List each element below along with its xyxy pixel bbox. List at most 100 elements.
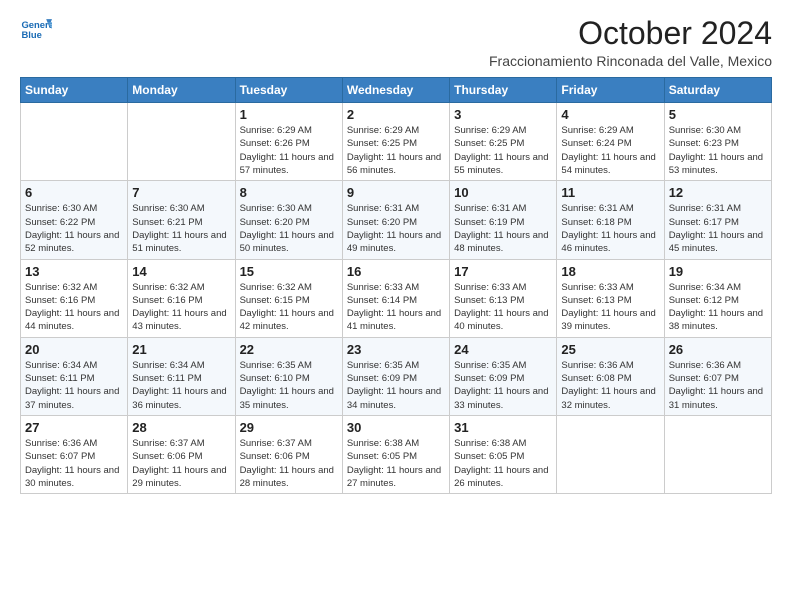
calendar-cell: 20Sunrise: 6:34 AMSunset: 6:11 PMDayligh… xyxy=(21,337,128,415)
calendar-cell: 19 Sunrise: 6:34 AMSunset: 6:12 PMDayligh… xyxy=(664,259,771,337)
day-number: 5 xyxy=(669,107,767,122)
cell-info: Sunrise: 6:37 AMSunset: 6:06 PMDaylight:… xyxy=(240,437,338,490)
calendar-cell: 4 Sunrise: 6:29 AMSunset: 6:24 PMDaylight… xyxy=(557,103,664,181)
cell-info: Sunrise: 6:30 AMSunset: 6:22 PMDaylight:… xyxy=(25,202,123,255)
logo: General Blue xyxy=(20,16,52,44)
week-row-3: 13 Sunrise: 6:32 AMSunset: 6:16 PMDayligh… xyxy=(21,259,772,337)
cell-info: Sunrise: 6:34 AMSunset: 6:11 PMDaylight:… xyxy=(25,359,123,412)
day-number: 2 xyxy=(347,107,445,122)
day-number: 13 xyxy=(25,264,123,279)
cell-info: Sunrise: 6:29 AMSunset: 6:25 PMDaylight:… xyxy=(347,124,445,177)
calendar-header: SundayMondayTuesdayWednesdayThursdayFrid… xyxy=(21,78,772,103)
day-number: 1 xyxy=(240,107,338,122)
cell-info: Sunrise: 6:35 AMSunset: 6:09 PMDaylight:… xyxy=(347,359,445,412)
day-number: 11 xyxy=(561,185,659,200)
generalblue-logo-icon: General Blue xyxy=(20,16,52,44)
header-day-sunday: Sunday xyxy=(21,78,128,103)
day-number: 29 xyxy=(240,420,338,435)
calendar-cell: 16Sunrise: 6:33 AMSunset: 6:14 PMDayligh… xyxy=(342,259,449,337)
cell-info: Sunrise: 6:31 AMSunset: 6:18 PMDaylight:… xyxy=(561,202,659,255)
calendar-cell: 6 Sunrise: 6:30 AMSunset: 6:22 PMDaylight… xyxy=(21,181,128,259)
day-number: 23 xyxy=(347,342,445,357)
cell-info: Sunrise: 6:31 AMSunset: 6:19 PMDaylight:… xyxy=(454,202,552,255)
cell-info: Sunrise: 6:34 AMSunset: 6:12 PMDaylight:… xyxy=(669,281,767,334)
day-number: 22 xyxy=(240,342,338,357)
cell-info: Sunrise: 6:33 AMSunset: 6:13 PMDaylight:… xyxy=(561,281,659,334)
header-day-monday: Monday xyxy=(128,78,235,103)
calendar-cell: 9Sunrise: 6:31 AMSunset: 6:20 PMDaylight… xyxy=(342,181,449,259)
header-day-thursday: Thursday xyxy=(450,78,557,103)
day-number: 9 xyxy=(347,185,445,200)
subtitle: Fraccionamiento Rinconada del Valle, Mex… xyxy=(489,53,772,69)
calendar-cell: 30Sunrise: 6:38 AMSunset: 6:05 PMDayligh… xyxy=(342,415,449,493)
day-number: 3 xyxy=(454,107,552,122)
day-number: 26 xyxy=(669,342,767,357)
cell-info: Sunrise: 6:32 AMSunset: 6:16 PMDaylight:… xyxy=(132,281,230,334)
day-number: 10 xyxy=(454,185,552,200)
calendar-cell: 15 Sunrise: 6:32 AMSunset: 6:15 PMDayligh… xyxy=(235,259,342,337)
cell-info: Sunrise: 6:34 AMSunset: 6:11 PMDaylight:… xyxy=(132,359,230,412)
cell-info: Sunrise: 6:37 AMSunset: 6:06 PMDaylight:… xyxy=(132,437,230,490)
header-row: SundayMondayTuesdayWednesdayThursdayFrid… xyxy=(21,78,772,103)
day-number: 28 xyxy=(132,420,230,435)
day-number: 17 xyxy=(454,264,552,279)
calendar-cell: 1 Sunrise: 6:29 AMSunset: 6:26 PMDaylight… xyxy=(235,103,342,181)
week-row-2: 6 Sunrise: 6:30 AMSunset: 6:22 PMDaylight… xyxy=(21,181,772,259)
cell-info: Sunrise: 6:32 AMSunset: 6:15 PMDaylight:… xyxy=(240,281,338,334)
calendar-cell: 8Sunrise: 6:30 AMSunset: 6:20 PMDaylight… xyxy=(235,181,342,259)
calendar-cell: 29 Sunrise: 6:37 AMSunset: 6:06 PMDayligh… xyxy=(235,415,342,493)
cell-info: Sunrise: 6:36 AMSunset: 6:07 PMDaylight:… xyxy=(669,359,767,412)
cell-info: Sunrise: 6:38 AMSunset: 6:05 PMDaylight:… xyxy=(347,437,445,490)
calendar-cell xyxy=(128,103,235,181)
cell-info: Sunrise: 6:29 AMSunset: 6:24 PMDaylight:… xyxy=(561,124,659,177)
week-row-5: 27 Sunrise: 6:36 AMSunset: 6:07 PMDayligh… xyxy=(21,415,772,493)
calendar-cell: 17 Sunrise: 6:33 AMSunset: 6:13 PMDayligh… xyxy=(450,259,557,337)
page: General Blue October 2024 Fraccionamient… xyxy=(0,0,792,612)
week-row-4: 20Sunrise: 6:34 AMSunset: 6:11 PMDayligh… xyxy=(21,337,772,415)
calendar-cell xyxy=(557,415,664,493)
calendar-cell: 25 Sunrise: 6:36 AMSunset: 6:08 PMDayligh… xyxy=(557,337,664,415)
cell-info: Sunrise: 6:33 AMSunset: 6:13 PMDaylight:… xyxy=(454,281,552,334)
calendar-cell: 26 Sunrise: 6:36 AMSunset: 6:07 PMDayligh… xyxy=(664,337,771,415)
calendar-cell: 24 Sunrise: 6:35 AMSunset: 6:09 PMDayligh… xyxy=(450,337,557,415)
calendar-cell: 21Sunrise: 6:34 AMSunset: 6:11 PMDayligh… xyxy=(128,337,235,415)
day-number: 7 xyxy=(132,185,230,200)
calendar-cell: 14 Sunrise: 6:32 AMSunset: 6:16 PMDayligh… xyxy=(128,259,235,337)
day-number: 16 xyxy=(347,264,445,279)
header-day-wednesday: Wednesday xyxy=(342,78,449,103)
header-day-tuesday: Tuesday xyxy=(235,78,342,103)
day-number: 27 xyxy=(25,420,123,435)
day-number: 8 xyxy=(240,185,338,200)
calendar-cell: 31Sunrise: 6:38 AMSunset: 6:05 PMDayligh… xyxy=(450,415,557,493)
cell-info: Sunrise: 6:35 AMSunset: 6:09 PMDaylight:… xyxy=(454,359,552,412)
day-number: 4 xyxy=(561,107,659,122)
cell-info: Sunrise: 6:35 AMSunset: 6:10 PMDaylight:… xyxy=(240,359,338,412)
day-number: 6 xyxy=(25,185,123,200)
cell-info: Sunrise: 6:36 AMSunset: 6:08 PMDaylight:… xyxy=(561,359,659,412)
cell-info: Sunrise: 6:36 AMSunset: 6:07 PMDaylight:… xyxy=(25,437,123,490)
day-number: 15 xyxy=(240,264,338,279)
calendar-cell: 22 Sunrise: 6:35 AMSunset: 6:10 PMDayligh… xyxy=(235,337,342,415)
cell-info: Sunrise: 6:30 AMSunset: 6:21 PMDaylight:… xyxy=(132,202,230,255)
calendar-cell: 11 Sunrise: 6:31 AMSunset: 6:18 PMDayligh… xyxy=(557,181,664,259)
day-number: 19 xyxy=(669,264,767,279)
calendar-cell: 18 Sunrise: 6:33 AMSunset: 6:13 PMDayligh… xyxy=(557,259,664,337)
day-number: 18 xyxy=(561,264,659,279)
day-number: 25 xyxy=(561,342,659,357)
day-number: 24 xyxy=(454,342,552,357)
calendar-table: SundayMondayTuesdayWednesdayThursdayFrid… xyxy=(20,77,772,494)
calendar-body: 1 Sunrise: 6:29 AMSunset: 6:26 PMDaylight… xyxy=(21,103,772,494)
week-row-1: 1 Sunrise: 6:29 AMSunset: 6:26 PMDaylight… xyxy=(21,103,772,181)
header-day-friday: Friday xyxy=(557,78,664,103)
day-number: 31 xyxy=(454,420,552,435)
cell-info: Sunrise: 6:29 AMSunset: 6:26 PMDaylight:… xyxy=(240,124,338,177)
calendar-cell: 5Sunrise: 6:30 AMSunset: 6:23 PMDaylight… xyxy=(664,103,771,181)
day-number: 14 xyxy=(132,264,230,279)
calendar-cell: 3Sunrise: 6:29 AMSunset: 6:25 PMDaylight… xyxy=(450,103,557,181)
header: General Blue October 2024 Fraccionamient… xyxy=(20,16,772,69)
calendar-cell xyxy=(664,415,771,493)
calendar-cell: 10 Sunrise: 6:31 AMSunset: 6:19 PMDayligh… xyxy=(450,181,557,259)
calendar-cell: 28 Sunrise: 6:37 AMSunset: 6:06 PMDayligh… xyxy=(128,415,235,493)
main-title: October 2024 xyxy=(489,16,772,51)
cell-info: Sunrise: 6:32 AMSunset: 6:16 PMDaylight:… xyxy=(25,281,123,334)
